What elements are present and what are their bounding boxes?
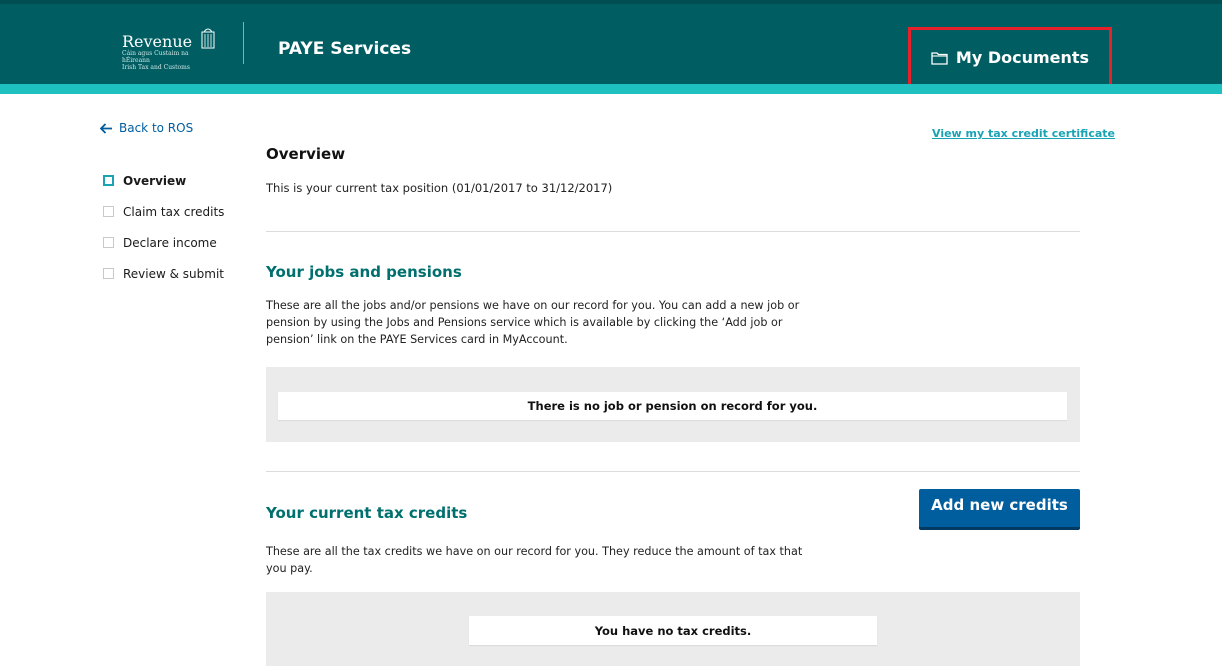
site-header: Revenue Cáin agus Custaim na hÉireann Ir… — [0, 0, 1222, 88]
nav-item-declare-income[interactable]: Declare income — [103, 227, 224, 258]
back-to-ros-label: Back to ROS — [119, 121, 194, 135]
page-title: Overview — [266, 145, 346, 163]
header-divider — [243, 22, 244, 64]
revenue-logo[interactable]: Revenue Cáin agus Custaim na hÉireann Ir… — [122, 22, 222, 71]
nav-item-claim-tax-credits[interactable]: Claim tax credits — [103, 196, 224, 227]
folder-icon — [931, 51, 948, 65]
add-new-credits-button[interactable]: Add new credits — [919, 489, 1080, 530]
section-divider — [266, 231, 1080, 232]
credits-panel: You have no tax credits. — [266, 592, 1080, 666]
step-checkbox-icon — [103, 175, 114, 186]
jobs-section-title: Your jobs and pensions — [266, 263, 462, 281]
arrow-left-icon — [100, 122, 112, 134]
jobs-description: These are all the jobs and/or pensions w… — [266, 299, 800, 346]
back-to-ros-link[interactable]: Back to ROS — [100, 121, 193, 135]
jobs-panel: There is no job or pension on record for… — [266, 367, 1080, 442]
credits-empty-message: You have no tax credits. — [469, 616, 877, 645]
jobs-empty-message: There is no job or pension on record for… — [278, 392, 1067, 420]
my-documents-link[interactable]: My Documents — [908, 27, 1112, 88]
revenue-harp-icon — [201, 28, 215, 49]
logo-subtitle: Cáin agus Custaim na hÉireann Irish Tax … — [122, 50, 190, 71]
nav-item-overview[interactable]: Overview — [103, 165, 224, 196]
view-tax-credit-certificate-link[interactable]: View my tax credit certificate — [932, 127, 1115, 140]
tax-position-text: This is your current tax position (01/01… — [266, 181, 613, 195]
nav-item-label: Declare income — [123, 235, 217, 250]
credits-description: These are all the tax credits we have on… — [266, 545, 803, 575]
header-top-line — [0, 0, 1222, 4]
nav-item-label: Review & submit — [123, 266, 225, 281]
step-checkbox-icon — [103, 237, 114, 248]
my-documents-label: My Documents — [955, 48, 1090, 67]
step-checkbox-icon — [103, 206, 114, 217]
header-accent-strip — [0, 84, 1222, 94]
nav-item-label: Claim tax credits — [123, 204, 225, 219]
nav-item-label: Overview — [123, 173, 187, 188]
step-checkbox-icon — [103, 268, 114, 279]
service-title: PAYE Services — [278, 39, 412, 59]
section-divider — [266, 471, 1080, 472]
nav-item-review-submit[interactable]: Review & submit — [103, 258, 224, 289]
logo-wordmark: Revenue — [122, 32, 193, 51]
step-navigation: Overview Claim tax credits Declare incom… — [103, 165, 224, 289]
credits-section-title: Your current tax credits — [266, 504, 468, 522]
